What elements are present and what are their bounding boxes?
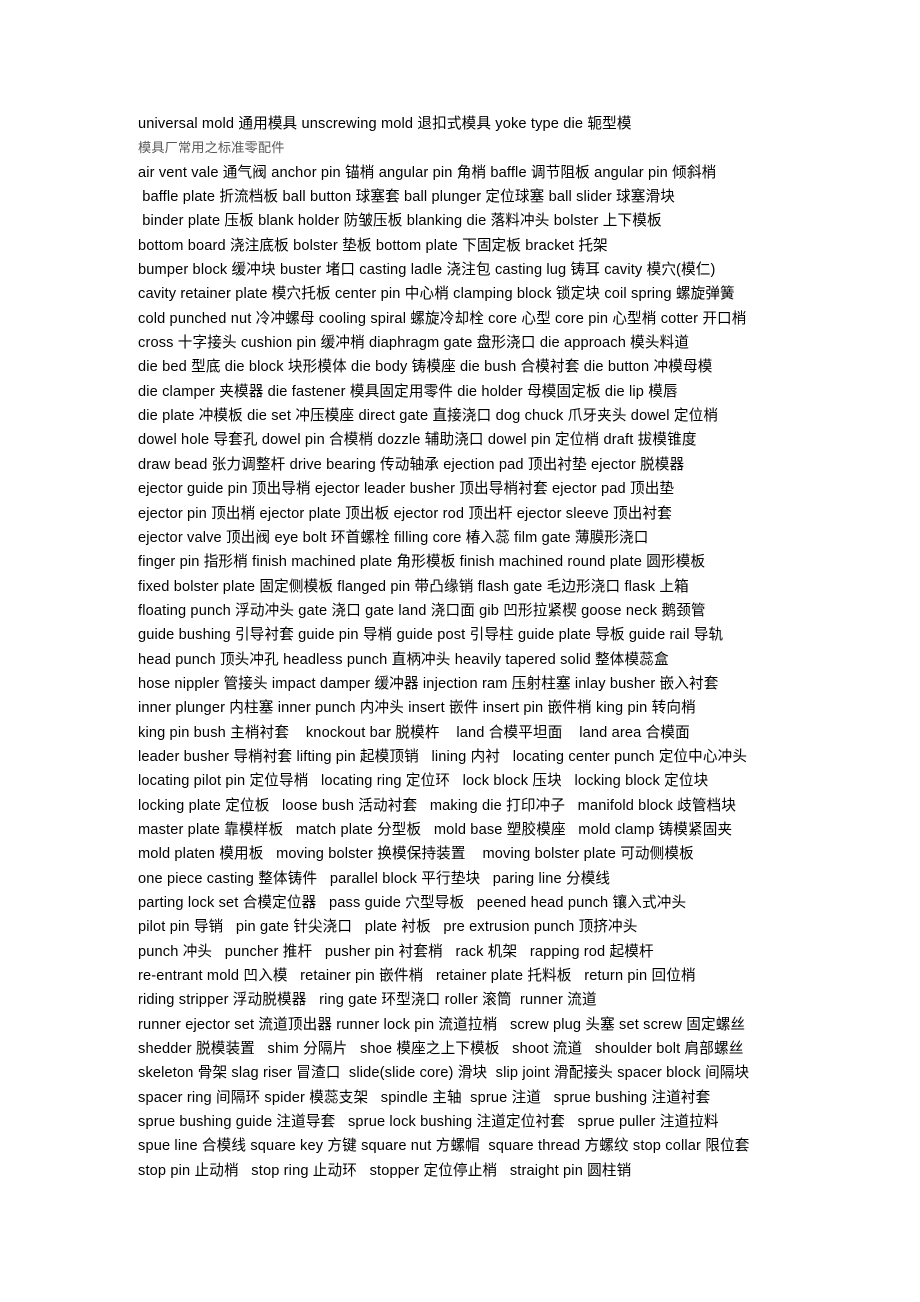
text-line: head punch 顶头冲孔 headless punch 直柄冲头 heav…	[138, 651, 669, 668]
text-line: ejector valve 顶出阀 eye bolt 环首螺栓 filling …	[138, 529, 649, 546]
text-line: riding stripper 浮动脱模器 ring gate 环型浇口 rol…	[138, 992, 597, 1009]
text-line: locating pilot pin 定位导梢 locating ring 定位…	[138, 773, 709, 790]
text-line: die bed 型底 die block 块形模体 die body 铸模座 d…	[138, 359, 713, 376]
text-line: floating punch 浮动冲头 gate 浇口 gate land 浇口…	[138, 602, 706, 619]
text-line: finger pin 指形梢 finish machined plate 角形模…	[138, 554, 706, 571]
text-line: stop pin 止动梢 stop ring 止动环 stopper 定位停止梢…	[138, 1162, 632, 1179]
text-line: die clamper 夹模器 die fastener 模具固定用零件 die…	[138, 383, 678, 400]
text-line: shedder 脱模装置 shim 分隔片 shoe 模座之上下模板 shoot…	[138, 1041, 744, 1058]
text-line: leader busher 导梢衬套 lifting pin 起模顶销 lini…	[138, 748, 748, 765]
text-line: sprue bushing guide 注道导套 sprue lock bush…	[138, 1114, 719, 1131]
text-line: re-entrant mold 凹入模 retainer pin 嵌件梢 ret…	[138, 968, 696, 985]
text-line: air vent vale 通气阀 anchor pin 锚梢 angular …	[138, 164, 717, 181]
text-line: spue line 合模线 square key 方键 square nut 方…	[138, 1138, 750, 1155]
text-line: die plate 冲模板 die set 冲压模座 direct gate 直…	[138, 408, 719, 425]
text-line: one piece casting 整体铸件 parallel block 平行…	[138, 870, 611, 887]
text-line: binder plate 压板 blank holder 防皱压板 blanki…	[138, 213, 662, 230]
text-line: bumper block 缓冲块 buster 堵口 casting ladle…	[138, 262, 716, 279]
text-line: master plate 靠模样板 match plate 分型板 mold b…	[138, 821, 733, 838]
document-text-body: universal mold 通用模具 unscrewing mold 退扣式模…	[138, 112, 798, 1183]
text-line: draw bead 张力调整杆 drive bearing 传动轴承 eject…	[138, 456, 685, 473]
text-line: guide bushing 引导衬套 guide pin 导梢 guide po…	[138, 627, 724, 644]
text-line: locking plate 定位板 loose bush 活动衬套 making…	[138, 797, 737, 814]
text-line: spacer ring 间隔环 spider 模蕊支架 spindle 主轴 s…	[138, 1089, 711, 1106]
text-line: bottom board 浇注底板 bolster 垫板 bottom plat…	[138, 237, 608, 254]
text-line: inner plunger 内柱塞 inner punch 内冲头 insert…	[138, 700, 696, 717]
text-line: dowel hole 导套孔 dowel pin 合模梢 dozzle 辅助浇口…	[138, 432, 697, 449]
document-page: universal mold 通用模具 unscrewing mold 退扣式模…	[0, 0, 920, 1302]
text-line: universal mold 通用模具 unscrewing mold 退扣式模…	[138, 116, 632, 132]
text-line: pilot pin 导销 pin gate 针尖浇口 plate 衬板 pre …	[138, 919, 638, 936]
text-line: cavity retainer plate 模穴托板 center pin 中心…	[138, 286, 735, 303]
text-line: fixed bolster plate 固定侧模板 flanged pin 带凸…	[138, 578, 689, 595]
text-line: hose nippler 管接头 impact damper 缓冲器 injec…	[138, 675, 719, 692]
text-line: king pin bush 主梢衬套 knockout bar 脱模杵 land…	[138, 724, 690, 741]
text-line: baffle plate 折流档板 ball button 球塞套 ball p…	[138, 189, 676, 206]
text-line: cross 十字接头 cushion pin 缓冲梢 diaphragm gat…	[138, 335, 690, 352]
text-line: parting lock set 合模定位器 pass guide 穴型导板 p…	[138, 895, 687, 911]
text-line: ejector guide pin 顶出导梢 ejector leader bu…	[138, 481, 675, 498]
text-line: ejector pin 顶出梢 ejector plate 顶出板 ejecto…	[138, 505, 673, 522]
text-line: skeleton 骨架 slag riser 冒渣口 slide(slide c…	[138, 1065, 750, 1082]
section-subheading: 模具厂常用之标准零配件	[138, 140, 285, 156]
text-line: runner ejector set 流道顶出器 runner lock pin…	[138, 1016, 746, 1033]
text-line: mold platen 模用板 moving bolster 换模保持装置 mo…	[138, 846, 694, 863]
text-line: cold punched nut 冷冲螺母 cooling spiral 螺旋冷…	[138, 310, 747, 327]
text-line: punch 冲头 puncher 推杆 pusher pin 衬套梢 rack …	[138, 943, 654, 960]
